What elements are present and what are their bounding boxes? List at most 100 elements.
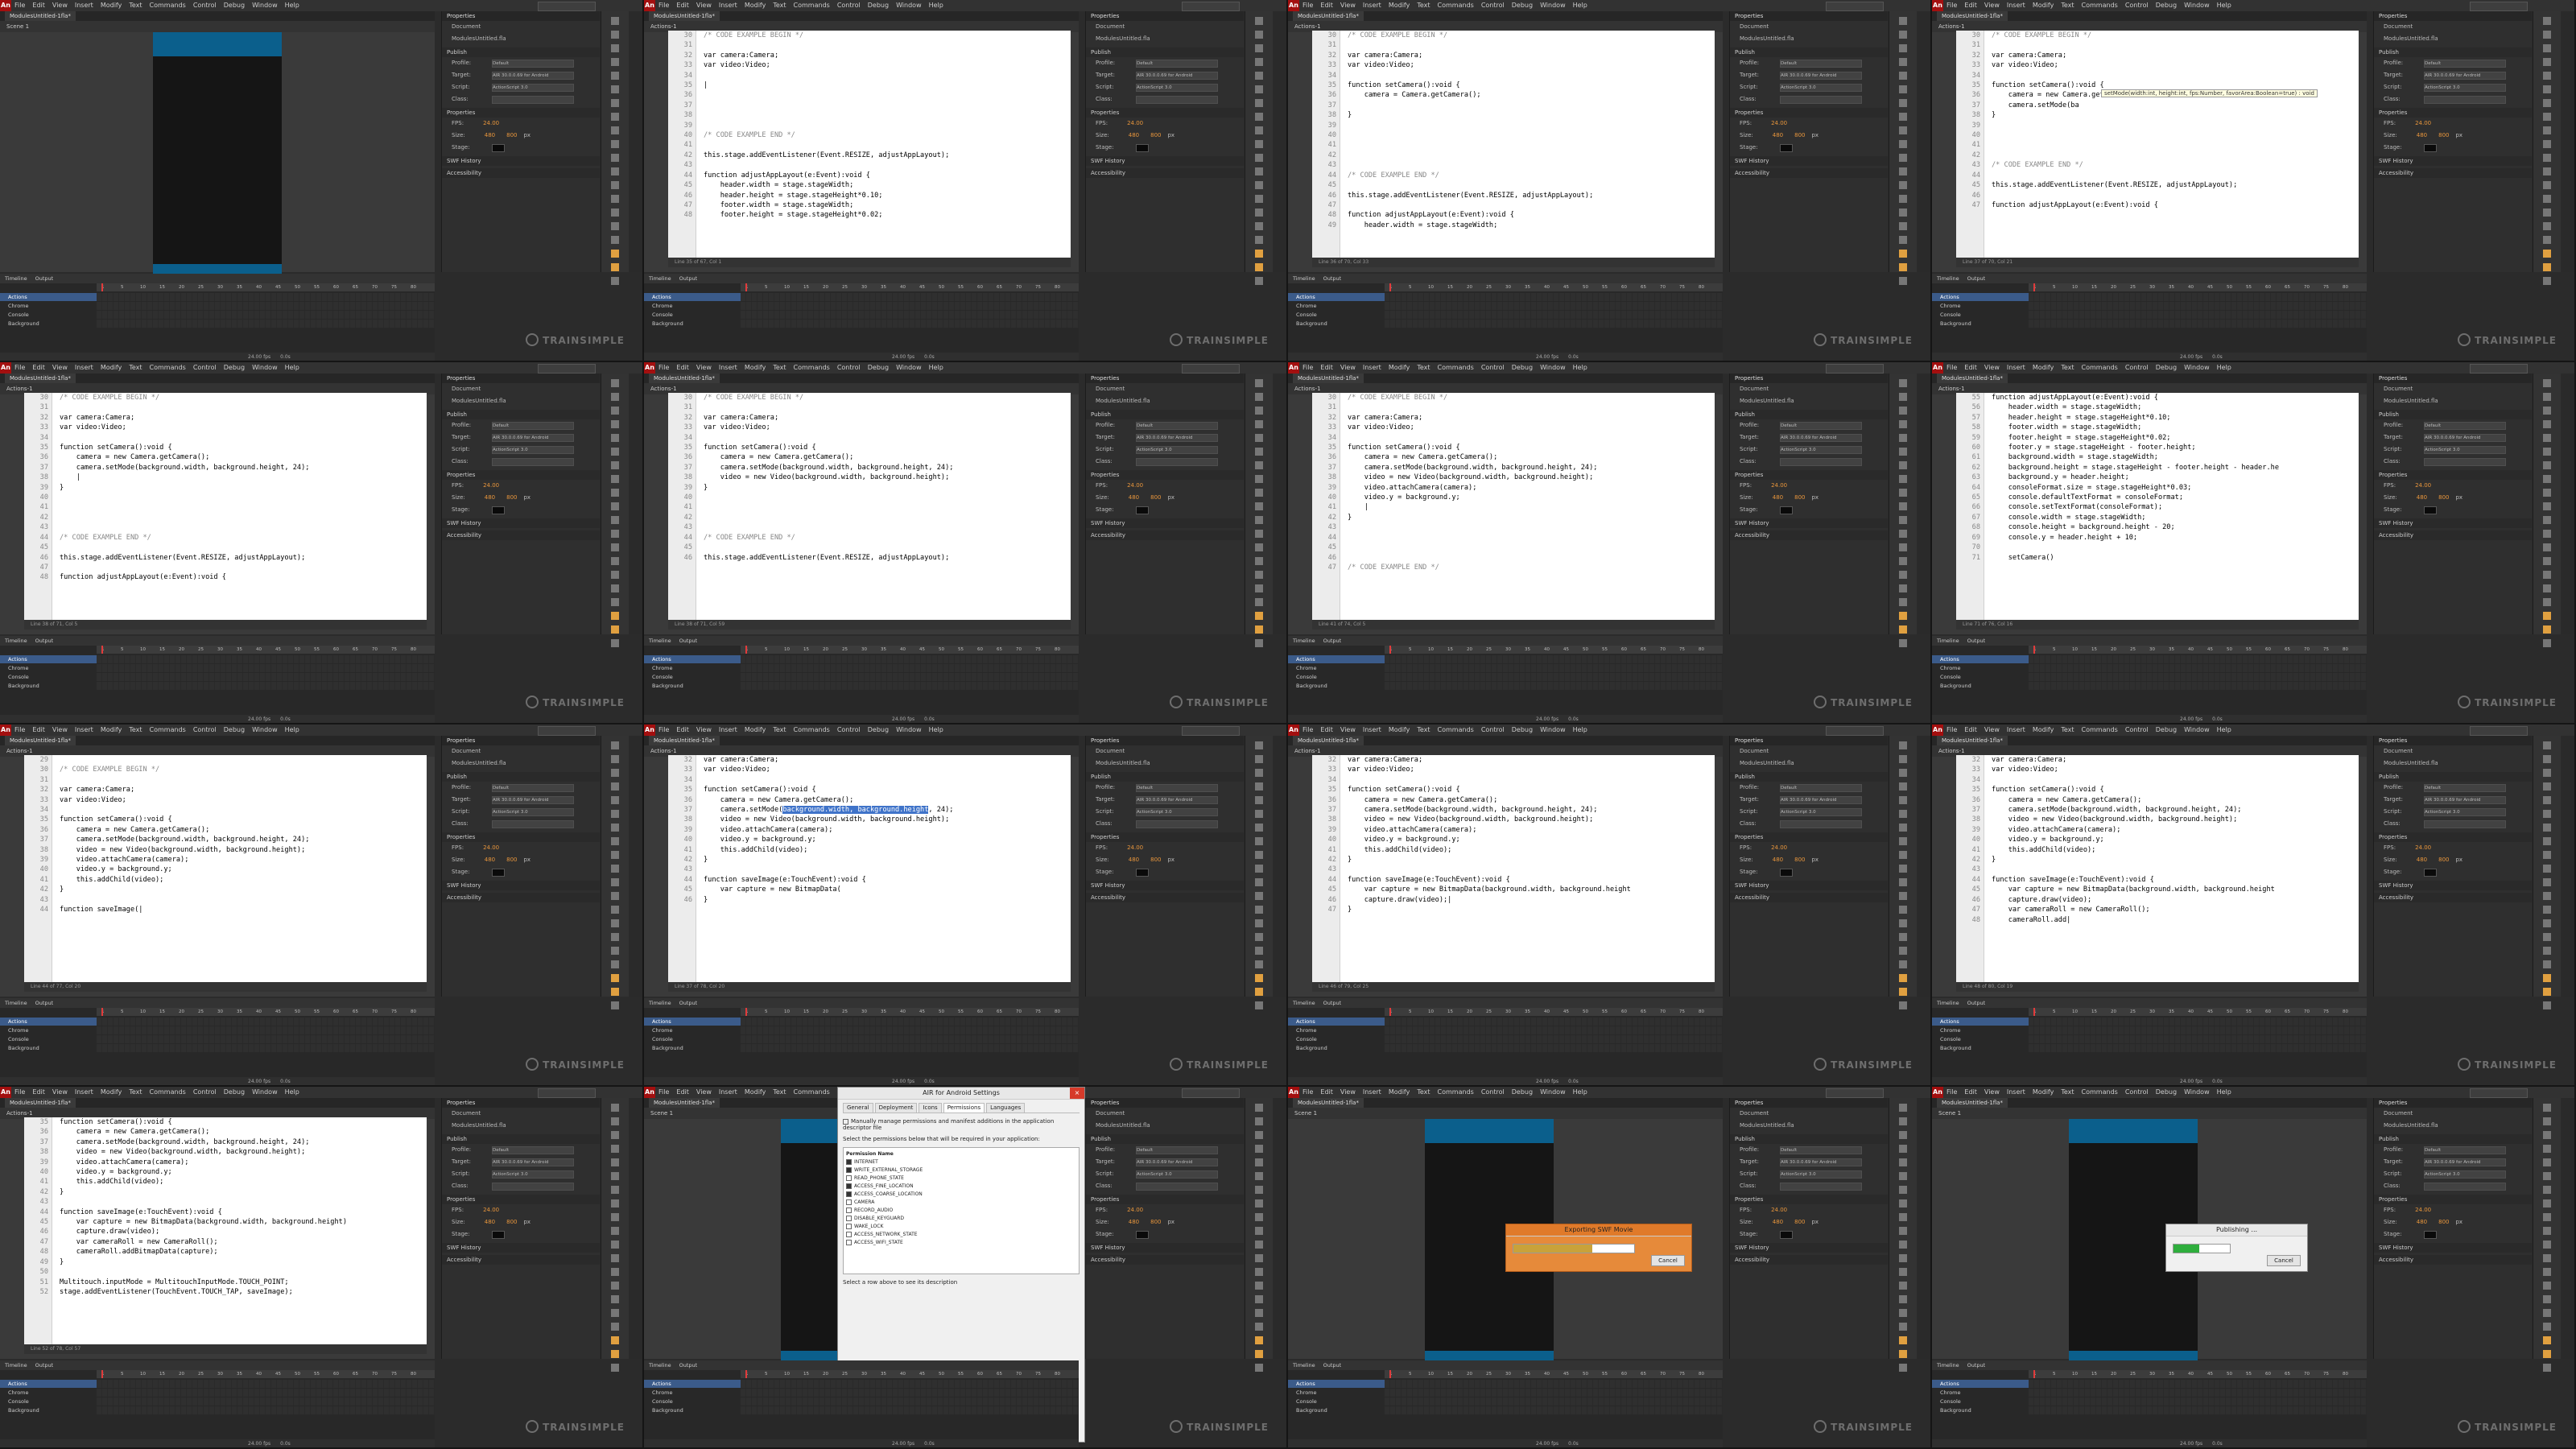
code-line[interactable]: camera.setMode(background.width, backgro… — [704, 805, 1064, 815]
code-line[interactable]: } — [60, 885, 420, 894]
permission-checkbox[interactable] — [846, 1232, 852, 1237]
fps-value[interactable]: 24.00 — [1127, 120, 1143, 126]
permission-row[interactable]: WAKE_LOCK — [846, 1223, 1076, 1231]
frame-ruler[interactable]: 15101520253035404550556065707580 — [1385, 646, 1723, 654]
code-line[interactable]: var video:Video; — [60, 795, 420, 805]
menu-item-text[interactable]: Text — [129, 1088, 142, 1096]
code-line[interactable]: capture.draw(video);| — [1348, 895, 1708, 905]
layer-frames[interactable] — [2029, 664, 2367, 672]
line-tool-icon[interactable] — [2543, 461, 2551, 469]
lasso-icon[interactable] — [1899, 420, 1907, 428]
menu-item-edit[interactable]: Edit — [1964, 1088, 1977, 1096]
code-line[interactable]: video.y = background.y; — [1348, 493, 1708, 502]
rectangle-tool-icon[interactable] — [611, 113, 619, 121]
frame-ruler[interactable]: 15101520253035404550556065707580 — [741, 1370, 1079, 1378]
text-tool-icon[interactable] — [2543, 810, 2551, 818]
rectangle-tool-icon[interactable] — [1899, 475, 1907, 483]
layer-frames[interactable] — [1385, 1389, 1723, 1397]
code-line[interactable]: console.y = header.height + 10; — [1992, 533, 2352, 543]
code-line[interactable]: video = new Video(background.width, back… — [1348, 815, 1708, 824]
accessibility-section[interactable]: Accessibility — [442, 1255, 600, 1265]
code-line[interactable] — [1348, 130, 1708, 140]
bone-tool-icon[interactable] — [2543, 530, 2551, 538]
code-line[interactable]: var capture = new BitmapData(background.… — [1348, 885, 1708, 894]
subselection-tool-icon[interactable] — [1255, 31, 1263, 39]
menu-item-window[interactable]: Window — [252, 1088, 278, 1096]
pen-tool-icon[interactable] — [1899, 1158, 1907, 1166]
fill-color-icon[interactable] — [1255, 1350, 1263, 1358]
permission-row[interactable]: ACCESS_WIFI_STATE — [846, 1239, 1076, 1247]
layer-frames[interactable] — [2029, 682, 2367, 690]
eyedropper-icon[interactable] — [611, 919, 619, 927]
accessibility-section[interactable]: Accessibility — [1730, 893, 1888, 902]
frame-ruler[interactable]: 15101520253035404550556065707580 — [2029, 1370, 2367, 1378]
menu-item-modify[interactable]: Modify — [2033, 726, 2054, 733]
zoom-tool-icon[interactable] — [1899, 598, 1907, 606]
menu-item-text[interactable]: Text — [1417, 2, 1430, 9]
code-line[interactable]: capture.draw(video); — [60, 1227, 420, 1236]
publish-section[interactable]: Publish — [442, 410, 600, 419]
target-select[interactable]: AIR 30.0.0.69 for Android — [1136, 434, 1218, 442]
layer-background[interactable]: Background — [1288, 1406, 1385, 1414]
tab-timeline[interactable]: Timeline — [5, 1000, 27, 1006]
bone-tool-icon[interactable] — [1899, 1254, 1907, 1262]
workspace-switcher[interactable] — [538, 2, 596, 11]
menu-item-control[interactable]: Control — [1481, 364, 1505, 371]
code-line[interactable]: /* CODE EXAMPLE BEGIN */ — [704, 393, 1064, 402]
code-line[interactable]: capture.draw(video); — [1992, 895, 2352, 905]
code-line[interactable]: video.y = background.y; — [1992, 835, 2352, 844]
menu-item-view[interactable]: View — [1984, 726, 2000, 733]
code-editor[interactable]: 29 30 31 32 33 34 35 36 37 38 39 40 41 42 43 44 /* CODE… — [24, 755, 427, 982]
code-line[interactable] — [60, 522, 420, 532]
menu-item-view[interactable]: View — [52, 1088, 68, 1096]
code-line[interactable]: camera.setMode(background.width, backgro… — [60, 463, 420, 473]
pencil-tool-icon[interactable] — [2543, 865, 2551, 873]
layer-console[interactable]: Console — [1932, 1397, 2029, 1406]
fill-color-icon[interactable] — [2543, 263, 2551, 271]
size-height[interactable]: 800 — [506, 1219, 517, 1225]
pen-tool-icon[interactable] — [1255, 434, 1263, 442]
menu-item-text[interactable]: Text — [129, 2, 142, 9]
free-transform-icon[interactable] — [611, 1131, 619, 1139]
code-line[interactable]: background.height = stage.stageHeight - … — [1992, 463, 2352, 473]
layer-frames[interactable] — [741, 320, 1079, 328]
tab-timeline[interactable]: Timeline — [1293, 1362, 1315, 1368]
size-height[interactable]: 800 — [1794, 494, 1805, 501]
zoom-tool-icon[interactable] — [2543, 236, 2551, 244]
layer-console[interactable]: Console — [1288, 311, 1385, 319]
swf-history-section[interactable]: SWF History — [1730, 156, 1888, 166]
lasso-icon[interactable] — [1899, 58, 1907, 66]
accessibility-section[interactable]: Accessibility — [1730, 168, 1888, 178]
layer-frames[interactable] — [741, 655, 1079, 663]
line-tool-icon[interactable] — [2543, 99, 2551, 107]
stage-color-swatch[interactable] — [2424, 144, 2437, 152]
code-line[interactable]: } — [704, 855, 1064, 865]
menu-item-file[interactable]: File — [14, 2, 25, 9]
publish-section[interactable]: Publish — [1086, 410, 1244, 419]
menu-item-view[interactable]: View — [52, 726, 68, 733]
code-line[interactable] — [1992, 775, 2352, 785]
paint-bucket-icon[interactable] — [611, 1268, 619, 1276]
bone-tool-icon[interactable] — [1255, 892, 1263, 900]
class-input[interactable] — [2424, 458, 2506, 466]
code-line[interactable]: video.y = background.y; — [60, 865, 420, 874]
layer-chrome[interactable]: Chrome — [644, 302, 741, 310]
paint-bucket-icon[interactable] — [2543, 1268, 2551, 1276]
layer-actions[interactable]: Actions — [1932, 293, 2029, 301]
properties-section[interactable]: Properties — [2374, 470, 2532, 480]
brush-tool-icon[interactable] — [1255, 1241, 1263, 1249]
swap-colors-icon[interactable] — [1255, 639, 1263, 647]
script-select[interactable]: ActionScript 3.0 — [1136, 808, 1218, 816]
stroke-color-icon[interactable] — [1255, 612, 1263, 620]
selection-tool-icon[interactable] — [2543, 1104, 2551, 1112]
lasso-icon[interactable] — [1255, 420, 1263, 428]
layer-background[interactable]: Background — [1288, 682, 1385, 690]
subselection-tool-icon[interactable] — [611, 1117, 619, 1125]
workspace-switcher[interactable] — [2470, 2, 2528, 11]
layer-frames[interactable] — [1385, 1018, 1723, 1026]
menu-item-edit[interactable]: Edit — [676, 1088, 689, 1096]
size-height[interactable]: 800 — [506, 494, 517, 501]
lasso-icon[interactable] — [1255, 58, 1263, 66]
tab-output[interactable]: Output — [679, 638, 698, 644]
eraser-icon[interactable] — [1255, 933, 1263, 941]
